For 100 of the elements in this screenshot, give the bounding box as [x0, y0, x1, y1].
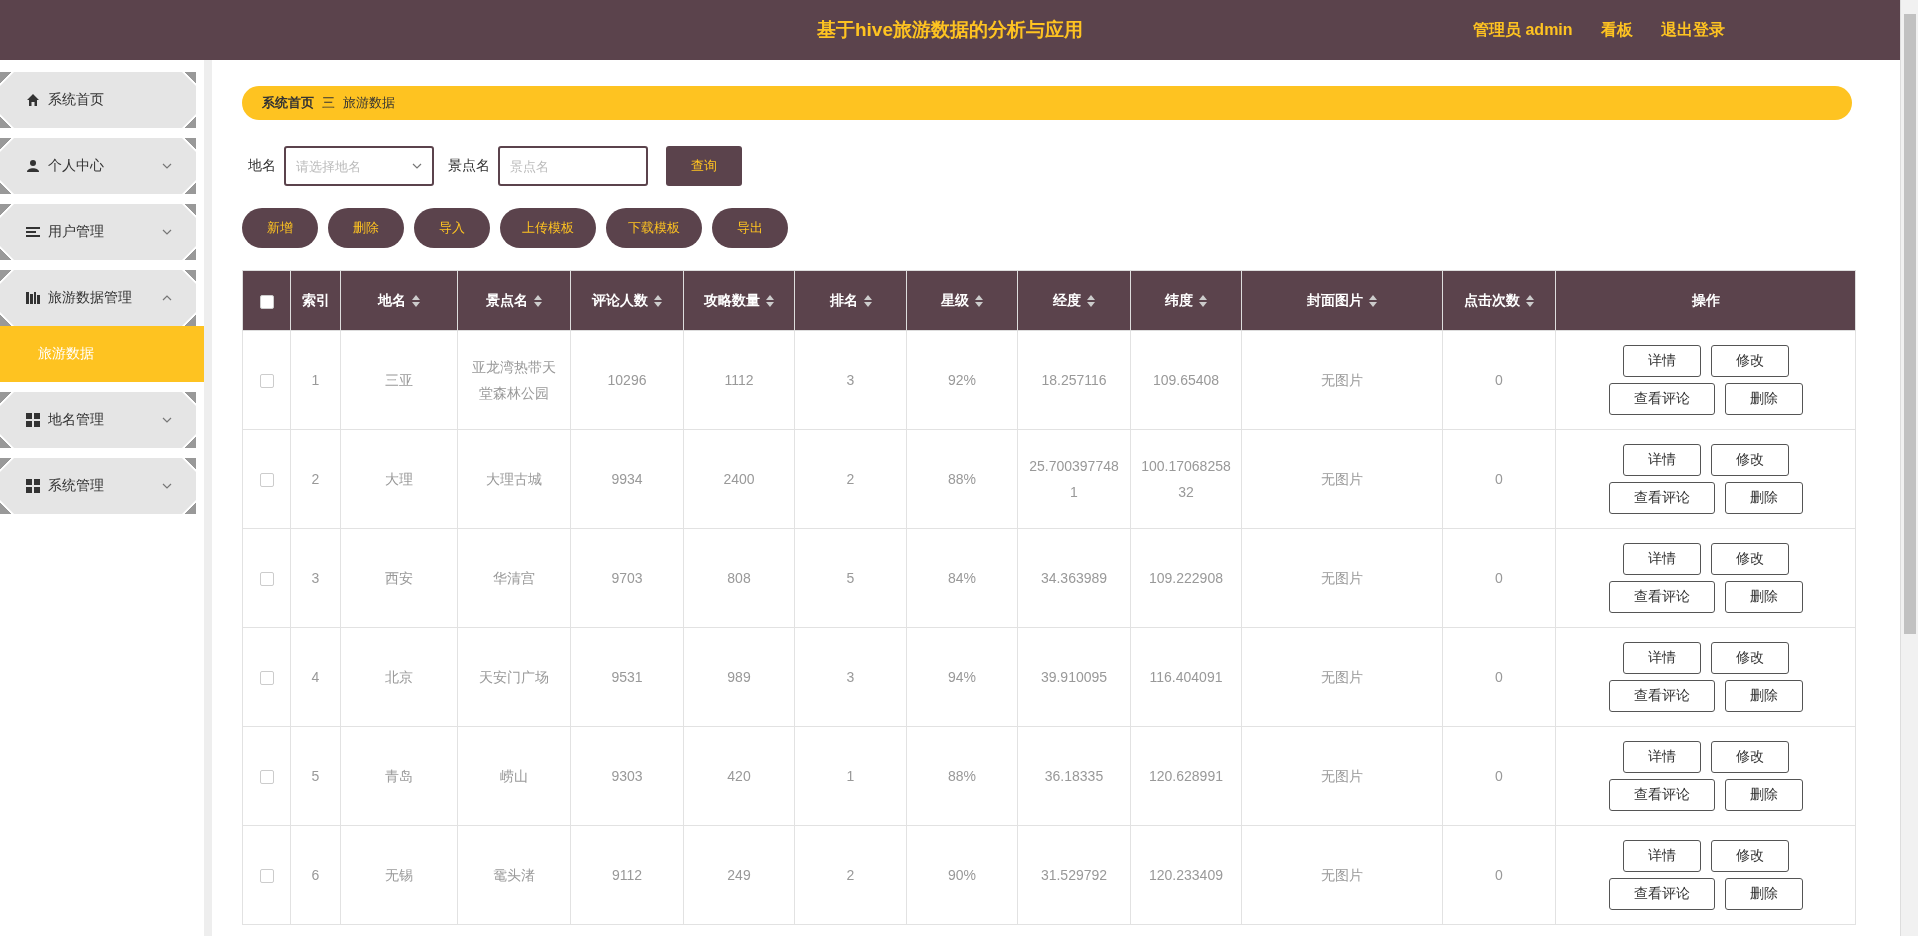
row-action-button[interactable]: 详情 — [1622, 345, 1701, 377]
row-action-button[interactable]: 删除 — [1724, 581, 1803, 613]
row-action-button[interactable]: 详情 — [1622, 543, 1701, 575]
table-cell: 0 — [1442, 330, 1556, 430]
header-link[interactable]: 退出登录 — [1660, 19, 1725, 41]
sort-icon[interactable] — [975, 294, 983, 307]
sort-icon[interactable] — [534, 294, 542, 307]
input-field[interactable]: 景点名 — [498, 146, 648, 186]
select-field[interactable]: 请选择地名 — [284, 146, 434, 186]
row-action-button[interactable]: 详情 — [1622, 444, 1701, 476]
action-button[interactable]: 上传模板 — [500, 208, 596, 248]
column-header[interactable]: 封面图片 — [1241, 270, 1443, 331]
table-cell: 华清宫 — [457, 528, 571, 628]
action-button[interactable]: 下载模板 — [606, 208, 702, 248]
table-cell: 120.628991 — [1130, 726, 1242, 826]
row-checkbox[interactable] — [259, 572, 274, 587]
sidebar-item[interactable]: 个人中心 — [0, 138, 196, 194]
user-icon — [26, 159, 40, 173]
table-cell: 2 — [794, 429, 907, 529]
action-button[interactable]: 导入 — [414, 208, 490, 248]
column-header[interactable]: 景点名 — [457, 270, 571, 331]
table-cell: 249 — [683, 825, 795, 925]
row-checkbox[interactable] — [259, 374, 274, 389]
query-button[interactable]: 查询 — [666, 146, 742, 186]
grid-icon — [26, 413, 40, 427]
column-header[interactable]: 评论人数 — [570, 270, 684, 331]
table-cell: 39.910095 — [1017, 627, 1131, 727]
sort-icon[interactable] — [766, 294, 774, 307]
row-action-button[interactable]: 详情 — [1622, 741, 1701, 773]
sidebar-item[interactable]: 系统管理 — [0, 458, 196, 514]
row-action-button[interactable]: 查看评论 — [1608, 482, 1715, 514]
table-cell: 崂山 — [457, 726, 571, 826]
sidebar-item[interactable]: 用户管理 — [0, 204, 196, 260]
header-link[interactable]: 看板 — [1600, 19, 1633, 41]
row-checkbox[interactable] — [259, 869, 274, 884]
row-action-button[interactable]: 详情 — [1622, 642, 1701, 674]
sidebar-item[interactable]: 地名管理 — [0, 392, 196, 448]
row-action-button[interactable]: 删除 — [1724, 680, 1803, 712]
table-cell: 三亚 — [340, 330, 458, 430]
list-icon — [26, 226, 40, 238]
table-cell: 3 — [794, 627, 907, 727]
column-header[interactable]: 排名 — [794, 270, 907, 331]
row-action-button[interactable]: 修改 — [1710, 444, 1789, 476]
chevron-down-icon — [162, 229, 172, 235]
row-action-button[interactable]: 修改 — [1710, 642, 1789, 674]
select-all-checkbox[interactable] — [259, 294, 274, 309]
row-action-button[interactable]: 查看评论 — [1608, 680, 1715, 712]
row-action-button[interactable]: 修改 — [1710, 543, 1789, 575]
scrollbar[interactable] — [1900, 0, 1918, 936]
column-header[interactable]: 纬度 — [1130, 270, 1242, 331]
sidebar-item[interactable]: 旅游数据管理 — [0, 270, 196, 326]
table-cell: 36.18335 — [1017, 726, 1131, 826]
row-action-button[interactable]: 修改 — [1710, 741, 1789, 773]
row-action-button[interactable]: 查看评论 — [1608, 878, 1715, 910]
column-header[interactable]: 经度 — [1017, 270, 1131, 331]
row-action-button[interactable]: 删除 — [1724, 482, 1803, 514]
table-cell: 5 — [794, 528, 907, 628]
column-header[interactable]: 攻略数量 — [683, 270, 795, 331]
row-action-button[interactable]: 修改 — [1710, 345, 1789, 377]
sort-icon[interactable] — [654, 294, 662, 307]
table-cell: 无图片 — [1241, 429, 1443, 529]
sort-icon[interactable] — [1087, 294, 1095, 307]
table-cell: 116.404091 — [1130, 627, 1242, 727]
sidebar-item[interactable]: 系统首页 — [0, 72, 196, 128]
user-link[interactable]: 管理员 admin — [1473, 19, 1573, 41]
row-action-button[interactable]: 详情 — [1622, 840, 1701, 872]
sort-icon[interactable] — [1369, 294, 1377, 307]
table-cell: 亚龙湾热带天堂森林公园 — [457, 330, 571, 430]
table-cell: 大理 — [340, 429, 458, 529]
sort-icon[interactable] — [1526, 294, 1534, 307]
row-action-button[interactable]: 删除 — [1724, 878, 1803, 910]
row-action-button[interactable]: 删除 — [1724, 779, 1803, 811]
table-cell: 2 — [794, 825, 907, 925]
chevron-up-icon — [162, 295, 172, 301]
table-cell: 94% — [906, 627, 1018, 727]
breadcrumb-link[interactable]: 系统首页 — [262, 94, 314, 112]
row-action-button[interactable]: 删除 — [1724, 383, 1803, 415]
action-button[interactable]: 删除 — [328, 208, 404, 248]
row-action-button[interactable]: 查看评论 — [1608, 581, 1715, 613]
table-cell: 84% — [906, 528, 1018, 628]
table-cell: 100.1706825832 — [1130, 429, 1242, 529]
column-header[interactable]: 星级 — [906, 270, 1018, 331]
sort-icon[interactable] — [863, 294, 872, 307]
row-checkbox[interactable] — [259, 473, 274, 488]
sort-icon[interactable] — [1199, 294, 1207, 307]
table-cell: 无图片 — [1241, 330, 1443, 430]
table-cell: 1112 — [683, 330, 795, 430]
table-cell: 北京 — [340, 627, 458, 727]
row-action-button[interactable]: 查看评论 — [1608, 383, 1715, 415]
sort-icon[interactable] — [412, 294, 420, 307]
column-header[interactable]: 点击次数 — [1442, 270, 1556, 331]
column-header[interactable]: 地名 — [340, 270, 458, 331]
row-action-button[interactable]: 查看评论 — [1608, 779, 1715, 811]
action-button[interactable]: 新增 — [242, 208, 318, 248]
action-button[interactable]: 导出 — [712, 208, 788, 248]
table-cell: 109.222908 — [1130, 528, 1242, 628]
column-header: 操作 — [1555, 270, 1856, 331]
row-checkbox[interactable] — [259, 671, 274, 686]
row-checkbox[interactable] — [259, 770, 274, 785]
row-action-button[interactable]: 修改 — [1710, 840, 1789, 872]
